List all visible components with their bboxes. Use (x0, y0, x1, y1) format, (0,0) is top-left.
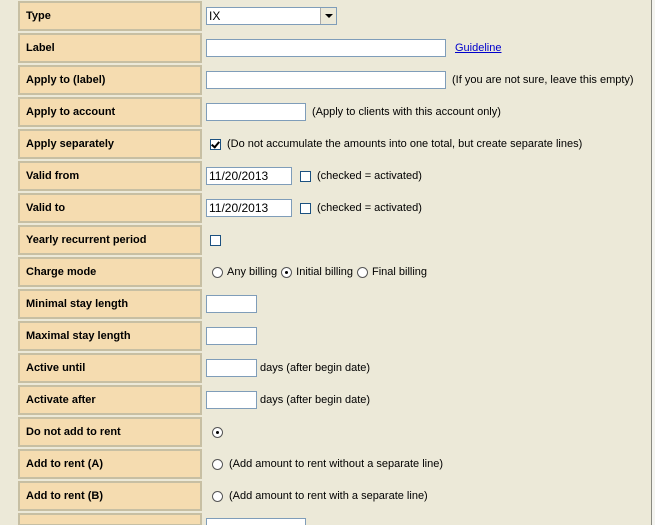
radio-button[interactable] (357, 266, 369, 278)
row-label: Label (18, 33, 202, 63)
valid-to-input[interactable] (206, 199, 292, 217)
row-label: Valid to (18, 193, 202, 223)
rent-b-hint: (Add amount to rent with a separate line… (229, 490, 428, 502)
chevron-down-icon[interactable] (320, 8, 336, 24)
row-activate-after: Activate after days (after begin date) (0, 384, 651, 416)
row-label: Apply separately (18, 129, 202, 159)
active-until-input[interactable] (206, 359, 257, 377)
row-charge-mode: Charge mode Any billing Initial billing … (0, 256, 651, 288)
apply-account-input[interactable] (206, 103, 306, 121)
row-active-until: Active until days (after begin date) (0, 352, 651, 384)
valid-from-checkbox[interactable] (300, 170, 311, 182)
charge-mode-any[interactable]: Any billing (212, 266, 277, 278)
row-yearly: Yearly recurrent period (0, 224, 651, 256)
row-valid-from: Valid from (checked = activated) (0, 160, 651, 192)
row-label: Minimal stay length (18, 289, 202, 319)
rent-b-radio[interactable] (212, 490, 223, 502)
max-stay-input[interactable] (206, 327, 257, 345)
active-until-hint: days (after begin date) (260, 362, 371, 374)
apply-separately-hint: (Do not accumulate the amounts into one … (227, 138, 583, 150)
rent-a-hint: (Add amount to rent without a separate l… (229, 458, 444, 470)
charge-mode-initial[interactable]: Initial billing (281, 266, 353, 278)
no-rent-radio[interactable] (212, 426, 223, 438)
activate-after-input[interactable] (206, 391, 257, 409)
row-label: Maximal stay length (18, 321, 202, 351)
row-label: Charge mode (18, 257, 202, 287)
apply-label-hint: (If you are not sure, leave this empty) (452, 74, 634, 86)
row-max-stay: Maximal stay length (0, 320, 651, 352)
row-label: Apply to (label) (18, 65, 202, 95)
row-min-stay: Minimal stay length (0, 288, 651, 320)
type-select[interactable]: IX (206, 7, 337, 25)
charge-mode-final[interactable]: Final billing (357, 266, 427, 278)
row-label: Active until (18, 353, 202, 383)
activate-after-hint: days (after begin date) (260, 394, 371, 406)
apply-account-hint: (Apply to clients with this account only… (312, 106, 501, 118)
row-label-field: Label Guideline (0, 32, 651, 64)
valid-from-input[interactable] (206, 167, 292, 185)
row-partial (0, 512, 651, 525)
apply-separately-checkbox[interactable] (210, 138, 221, 150)
row-type: Type IX (0, 0, 651, 32)
row-label: Type (18, 1, 202, 31)
row-rent-b: Add to rent (B) (Add amount to rent with… (0, 480, 651, 512)
window-right-edge (651, 0, 655, 525)
valid-to-checkbox[interactable] (300, 202, 311, 214)
row-label: Add to rent (A) (18, 449, 202, 479)
valid-to-hint: (checked = activated) (317, 202, 422, 214)
row-apply-label: Apply to (label) (If you are not sure, l… (0, 64, 651, 96)
partial-input[interactable] (206, 518, 306, 525)
label-input[interactable] (206, 39, 446, 57)
row-apply-account: Apply to account (Apply to clients with … (0, 96, 651, 128)
min-stay-input[interactable] (206, 295, 257, 313)
row-no-rent: Do not add to rent (0, 416, 651, 448)
rent-a-radio[interactable] (212, 458, 223, 470)
row-label: Yearly recurrent period (18, 225, 202, 255)
valid-from-hint: (checked = activated) (317, 170, 422, 182)
row-label (18, 513, 202, 525)
row-label: Do not add to rent (18, 417, 202, 447)
type-select-value: IX (209, 9, 221, 23)
row-label: Activate after (18, 385, 202, 415)
row-label: Valid from (18, 161, 202, 191)
type-value: IX (206, 0, 337, 32)
row-label: Add to rent (B) (18, 481, 202, 511)
row-label: Apply to account (18, 97, 202, 127)
row-rent-a: Add to rent (A) (Add amount to rent with… (0, 448, 651, 480)
radio-button[interactable] (212, 266, 223, 278)
apply-label-input[interactable] (206, 71, 446, 89)
radio-button[interactable] (281, 266, 293, 278)
row-valid-to: Valid to (checked = activated) (0, 192, 651, 224)
row-apply-separately: Apply separately (Do not accumulate the … (0, 128, 651, 160)
yearly-checkbox[interactable] (210, 234, 221, 246)
guideline-link[interactable]: Guideline (455, 42, 501, 54)
